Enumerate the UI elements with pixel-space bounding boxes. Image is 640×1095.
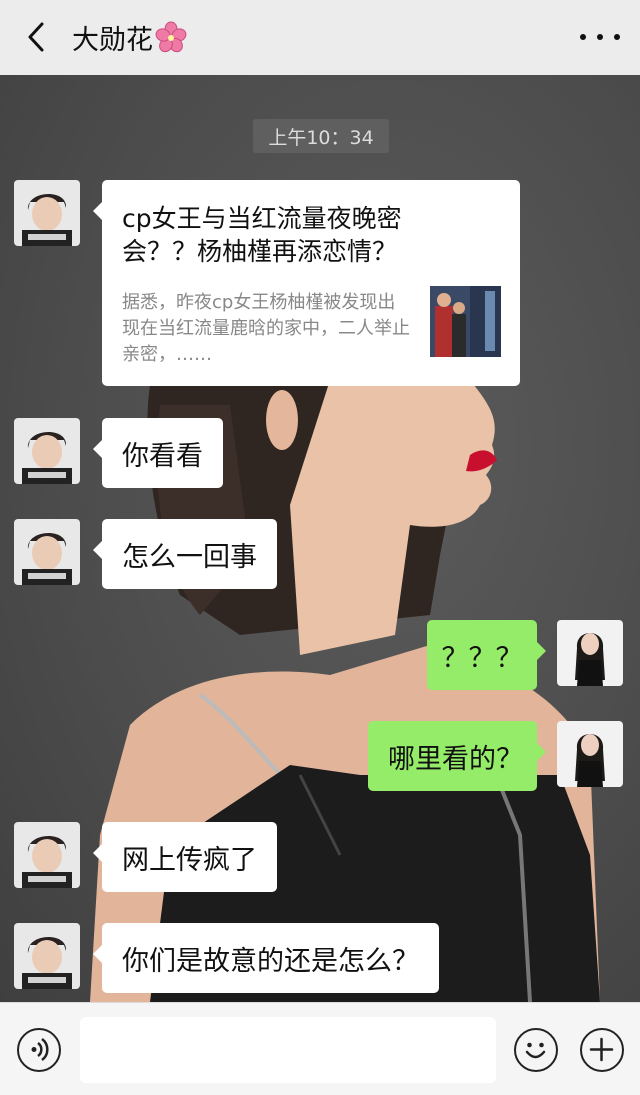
avatar-image: [14, 822, 80, 888]
more-dots-icon: [580, 34, 586, 40]
contact-avatar[interactable]: [14, 418, 80, 484]
contact-avatar[interactable]: [14, 180, 80, 246]
message-bubble-received[interactable]: 怎么一回事: [93, 519, 277, 589]
avatar-image: [14, 519, 80, 585]
chat-screen: 大勋花 上午10：34 cp女王与当红流量夜晚密会？？杨柚槿再添恋情？ 据悉，昨…: [0, 0, 640, 1095]
emoji-button[interactable]: [514, 1028, 558, 1072]
message-bubble-received[interactable]: 网上传疯了: [93, 822, 277, 892]
my-avatar[interactable]: [557, 620, 623, 686]
back-button[interactable]: [20, 20, 52, 54]
plus-icon: [589, 1037, 614, 1062]
emoji-icon: [525, 1042, 546, 1059]
shared-article-card[interactable]: cp女王与当红流量夜晚密会？？杨柚槿再添恋情？ 据悉，昨夜cp女王杨柚槿被发现出…: [93, 180, 520, 386]
avatar-image: [557, 620, 623, 686]
contact-avatar[interactable]: [14, 519, 80, 585]
more-options-button[interactable]: [580, 22, 620, 52]
contact-name: 大勋花: [72, 24, 153, 56]
message-list[interactable]: 上午10：34 cp女王与当红流量夜晚密会？？杨柚槿再添恋情？ 据悉，昨夜cp女…: [0, 75, 640, 1002]
article-thumbnail: [430, 286, 501, 357]
avatar-image: [14, 418, 80, 484]
avatar-image: [14, 923, 80, 989]
message-input[interactable]: [80, 1017, 496, 1083]
cherry-blossom-icon: [155, 21, 187, 53]
avatar-image: [14, 180, 80, 246]
plus-button[interactable]: [580, 1028, 624, 1072]
voice-icon: [31, 1037, 49, 1062]
contact-avatar[interactable]: [14, 923, 80, 989]
message-bubble-sent[interactable]: 哪里看的？: [368, 721, 546, 791]
avatar-image: [557, 721, 623, 787]
article-title: cp女王与当红流量夜晚密会？？杨柚槿再添恋情？: [122, 204, 402, 266]
chat-header: 大勋花: [0, 0, 640, 75]
message-bubble-received[interactable]: 你们是故意的还是怎么？: [93, 923, 439, 993]
contact-avatar[interactable]: [14, 822, 80, 888]
voice-button[interactable]: [17, 1028, 61, 1072]
chat-title[interactable]: 大勋花: [72, 18, 187, 56]
message-bubble-received[interactable]: 你看看: [93, 418, 223, 488]
article-description: 据悉，昨夜cp女王杨柚槿被发现出现在当红流量鹿晗的家中，二人举止亲密，……: [122, 292, 410, 365]
my-avatar[interactable]: [557, 721, 623, 787]
input-bar: [0, 1002, 640, 1095]
message-timestamp: 上午10：34: [253, 119, 389, 153]
chevron-left-icon: [28, 22, 44, 52]
message-bubble-sent[interactable]: ？？？: [427, 620, 546, 690]
